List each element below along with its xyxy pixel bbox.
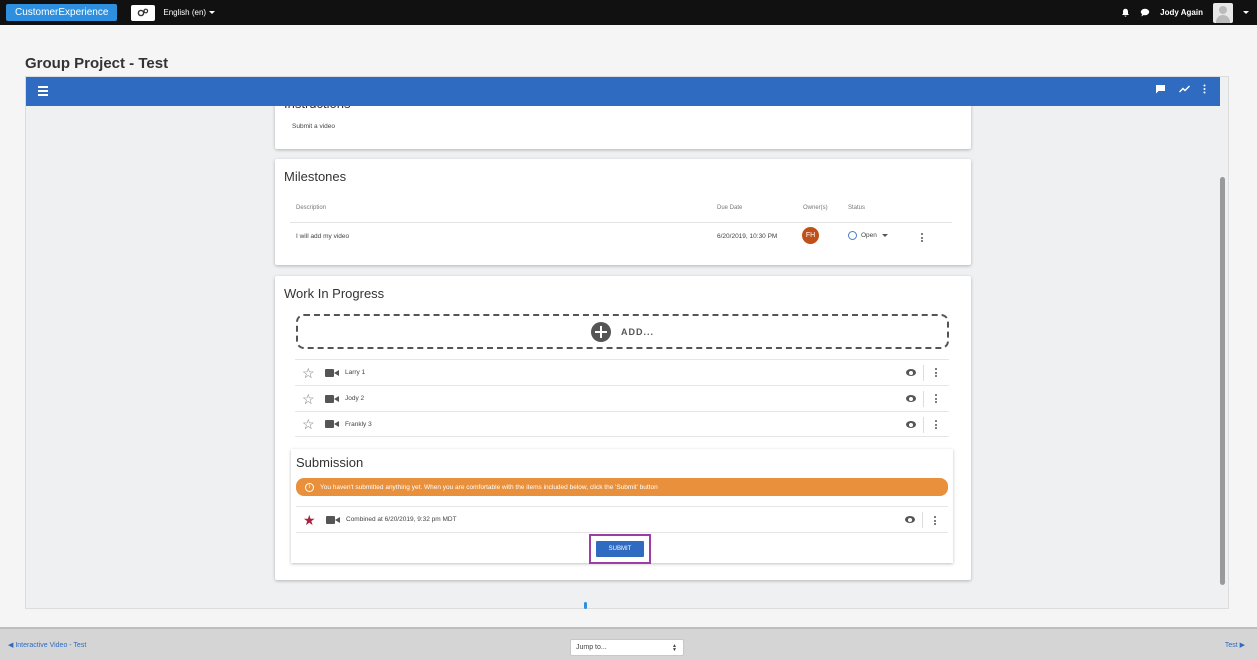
- list-item[interactable]: ☆ Larry 1: [295, 359, 949, 385]
- jump-label: Jump to...: [576, 644, 607, 651]
- item-name[interactable]: Jody 2: [345, 395, 364, 402]
- submit-button[interactable]: SUBMIT: [596, 541, 644, 557]
- divider: [923, 417, 924, 433]
- submission-item-name[interactable]: Combined at 6/20/2019, 9:32 pm MDT: [346, 516, 457, 523]
- item-more-icon[interactable]: [935, 394, 938, 405]
- milestones-card: Milestones Description Due Date Owner(s)…: [275, 159, 971, 265]
- user-name[interactable]: Jody Again: [1160, 8, 1203, 17]
- milestone-due-date: 6/20/2019, 10:30 PM: [717, 233, 778, 240]
- divider: [923, 391, 924, 407]
- app-frame: Instructions Submit a video Milestones D…: [25, 76, 1229, 609]
- settings-button[interactable]: [131, 4, 156, 21]
- banner-text: You haven't submitted anything yet. When…: [320, 483, 658, 491]
- toolbar-overlay: [26, 77, 1220, 106]
- star-outline-icon[interactable]: ☆: [302, 392, 316, 406]
- trending-icon[interactable]: [1179, 85, 1190, 93]
- bell-icon[interactable]: [1121, 8, 1130, 17]
- milestone-more-icon[interactable]: [921, 233, 924, 244]
- language-label: English (en): [163, 8, 207, 17]
- work-in-progress-card: Work In Progress ADD... ☆ Larry 1 ☆ Jody…: [275, 276, 971, 580]
- chevron-down-icon: [881, 234, 888, 237]
- col-due-date: Due Date: [717, 205, 743, 211]
- divider: [290, 222, 952, 223]
- video-camera-icon: [326, 515, 340, 525]
- prev-activity-link[interactable]: ◀ Interactive Video - Test: [8, 641, 86, 649]
- bottom-navbar: ◀ Interactive Video - Test Jump to... ▲ ▼…: [0, 627, 1257, 659]
- eye-icon[interactable]: [906, 369, 916, 376]
- avatar[interactable]: [1213, 2, 1233, 23]
- col-description: Description: [296, 205, 327, 211]
- user-menu-chevron-icon[interactable]: [1243, 11, 1249, 14]
- next-activity-link[interactable]: Test ▶: [1225, 641, 1245, 649]
- more-vert-icon[interactable]: [1203, 84, 1206, 94]
- jump-to-select[interactable]: Jump to... ▲ ▼: [570, 639, 684, 656]
- submission-item[interactable]: ★ Combined at 6/20/2019, 9:32 pm MDT: [296, 506, 948, 533]
- milestone-description: I will add my video: [296, 233, 350, 240]
- col-owners: Owner(s): [803, 205, 828, 211]
- owner-avatar[interactable]: FH: [802, 227, 819, 244]
- submit-highlight: SUBMIT: [589, 534, 651, 564]
- item-more-icon[interactable]: [935, 368, 938, 379]
- updown-icon: ▲ ▼: [672, 643, 677, 653]
- info-icon: i: [305, 482, 314, 492]
- status-circle-icon: [848, 231, 857, 240]
- top-navbar: CustomerExperience English (en) Jody Aga…: [0, 0, 1257, 25]
- language-selector[interactable]: English (en): [163, 8, 216, 17]
- brand-button[interactable]: CustomerExperience: [6, 4, 118, 21]
- comment-icon[interactable]: [1155, 84, 1166, 94]
- status-label: Open: [861, 232, 877, 239]
- col-status: Status: [848, 205, 866, 211]
- divider: [923, 365, 924, 381]
- list-item[interactable]: ☆ Jody 2: [295, 385, 949, 411]
- item-more-icon[interactable]: [934, 516, 937, 527]
- next-label: Test: [1224, 642, 1238, 649]
- wip-title: Work In Progress: [284, 286, 385, 301]
- video-camera-icon: [325, 368, 339, 378]
- video-camera-icon: [325, 394, 339, 404]
- item-name[interactable]: Larry 1: [345, 369, 365, 376]
- prev-label: Interactive Video - Test: [15, 642, 87, 649]
- loading-indicator: [584, 602, 587, 609]
- scrollbar-thumb[interactable]: [1220, 177, 1225, 585]
- menu-icon-overlay[interactable]: [38, 86, 48, 96]
- status-dropdown[interactable]: Open: [848, 231, 888, 240]
- gears-icon: [138, 8, 149, 17]
- item-name[interactable]: Frankly 3: [345, 421, 372, 428]
- star-filled-icon[interactable]: ★: [303, 513, 317, 527]
- submission-title: Submission: [296, 455, 364, 470]
- eye-icon[interactable]: [905, 516, 915, 523]
- instructions-text: Submit a video: [292, 123, 335, 130]
- eye-icon[interactable]: [906, 395, 916, 402]
- milestones-title: Milestones: [284, 169, 347, 184]
- video-camera-icon: [325, 419, 339, 429]
- submission-warning-banner: i You haven't submitted anything yet. Wh…: [296, 478, 948, 496]
- add-button[interactable]: ADD...: [296, 314, 949, 349]
- item-more-icon[interactable]: [935, 420, 938, 431]
- submission-card: Submission i You haven't submitted anyth…: [291, 449, 953, 564]
- star-outline-icon[interactable]: ☆: [302, 366, 316, 380]
- chevron-down-icon: [209, 11, 216, 14]
- divider: [922, 512, 923, 528]
- add-label: ADD...: [621, 326, 654, 337]
- page-title: Group Project - Test: [25, 55, 169, 72]
- plus-circle-icon: [591, 321, 611, 342]
- chat-icon[interactable]: [1140, 8, 1150, 17]
- eye-icon[interactable]: [906, 421, 916, 428]
- list-item[interactable]: ☆ Frankly 3: [295, 411, 949, 437]
- star-outline-icon[interactable]: ☆: [302, 417, 316, 431]
